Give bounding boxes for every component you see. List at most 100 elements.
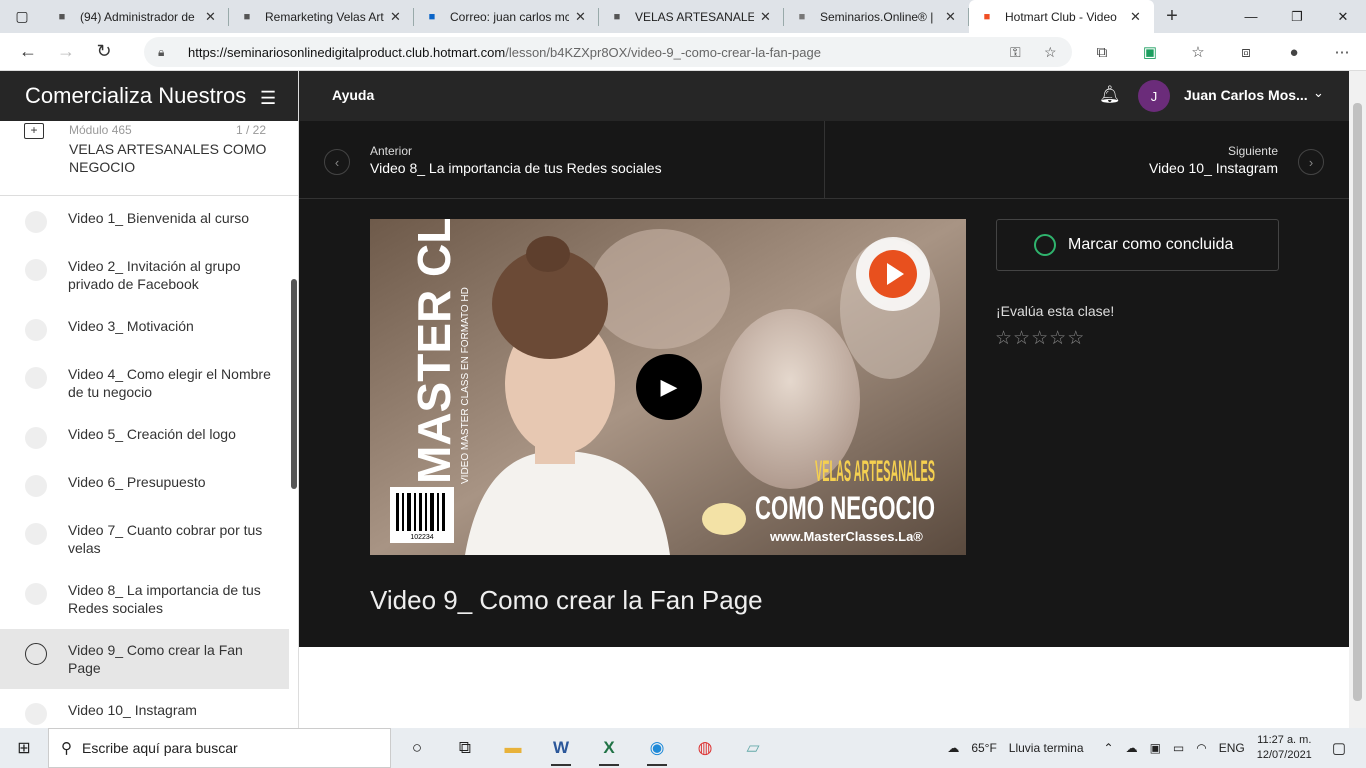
key-icon[interactable]: ⚿ <box>1010 44 1021 61</box>
lesson-label: Video 3_ Motivación <box>68 318 194 334</box>
close-tab-icon[interactable]: ✕ <box>945 9 959 25</box>
page-scrollbar[interactable] <box>1349 71 1366 728</box>
taskbar-search[interactable]: ⚲ Escribe aquí para buscar <box>48 728 391 768</box>
lesson-item[interactable]: Video 8_ La importancia de tus Redes soc… <box>0 569 289 629</box>
chevron-left-icon: ‹ <box>324 149 350 175</box>
browser-tab[interactable]: ■ (94) Administrador de ✕ <box>44 0 229 33</box>
user-name[interactable]: Juan Carlos Mos... <box>1184 87 1308 103</box>
lesson-item[interactable]: Video 1_ Bienvenida al curso <box>0 197 289 245</box>
previous-lesson-button[interactable]: ‹ Anterior Video 8_ La importancia de tu… <box>299 121 825 198</box>
lesson-item[interactable]: Video 4_ Como elegir el Nombre de tu neg… <box>0 353 289 413</box>
tab-title: Remarketing Velas Art <box>265 9 384 24</box>
weather-desc[interactable]: Lluvia termina <box>1009 741 1084 755</box>
next-title: Video 10_ Instagram <box>1149 160 1278 176</box>
star-icon[interactable]: ☆ <box>995 328 1013 349</box>
lesson-item[interactable]: Video 5_ Creación del logo <box>0 413 289 461</box>
file-explorer-icon[interactable]: ▬ <box>489 728 537 768</box>
lesson-label: Video 1_ Bienvenida al curso <box>68 210 250 226</box>
wifi-icon[interactable]: ◠ <box>1196 741 1206 755</box>
video-player[interactable]: MASTER CLASS VIDEO MASTER CLASS EN FORMA… <box>370 219 966 555</box>
browser-tab[interactable]: ■ Seminarios.Online® | ✕ <box>784 0 969 33</box>
extension-icon[interactable]: ▣ <box>1126 43 1174 61</box>
new-tab-button[interactable]: + <box>1154 0 1190 33</box>
lesson-content: MASTER CLASS VIDEO MASTER CLASS EN FORMA… <box>299 199 1349 647</box>
browser-tab[interactable]: ■ VELAS ARTESANALES ✕ <box>599 0 784 33</box>
close-tab-icon[interactable]: ✕ <box>390 9 404 25</box>
lesson-status-icon <box>25 427 47 449</box>
task-view-icon[interactable]: ⧉ <box>441 728 489 768</box>
chevron-down-icon[interactable]: ⌄ <box>1313 85 1324 101</box>
star-icon[interactable]: ☆ <box>1013 328 1031 349</box>
previous-label: Anterior <box>370 144 413 158</box>
mark-complete-button[interactable]: Marcar como concluida <box>996 219 1279 271</box>
lesson-item[interactable]: Video 3_ Motivación <box>0 305 289 353</box>
lesson-label: Video 6_ Presupuesto <box>68 474 206 490</box>
browser-tab[interactable]: ■ Hotmart Club - Video ✕ <box>969 0 1154 33</box>
notifications-icon[interactable]: ▢ <box>1332 739 1346 757</box>
devtools-extension-icon[interactable]: ⧉ <box>1078 44 1126 61</box>
weather-temp[interactable]: 65°F <box>971 741 996 755</box>
edge-icon[interactable]: ◉ <box>633 728 681 768</box>
refresh-button[interactable]: ↻ <box>85 33 123 71</box>
tab-actions-icon[interactable]: ▢ <box>0 0 44 33</box>
windows-start-icon[interactable]: ⊞ <box>0 728 48 768</box>
word-icon[interactable]: W <box>537 728 585 768</box>
more-menu-icon[interactable]: ⋯ <box>1318 43 1366 61</box>
notification-bell-icon[interactable]: 🔔︎ <box>1099 85 1121 105</box>
clock[interactable]: 11:27 a. m. 12/07/2021 <box>1257 733 1312 763</box>
close-tab-icon[interactable]: ✕ <box>1130 9 1144 25</box>
lesson-item[interactable]: Video 2_ Invitación al grupo privado de … <box>0 245 289 305</box>
lesson-status-icon <box>25 475 47 497</box>
notes-app-icon[interactable]: ▱ <box>729 728 777 768</box>
star-icon[interactable]: ☆ <box>1031 328 1049 349</box>
lesson-item[interactable]: Video 10_ Instagram <box>0 689 289 728</box>
collections-icon[interactable]: ⧈ <box>1222 44 1270 61</box>
favorite-add-icon[interactable]: ☆ <box>1044 44 1057 61</box>
hamburger-menu-icon[interactable]: ☰ <box>260 88 276 109</box>
next-lesson-button[interactable]: Siguiente Video 10_ Instagram › <box>826 121 1349 198</box>
favorites-icon[interactable]: ☆ <box>1174 43 1222 61</box>
lesson-label: Video 2_ Invitación al grupo privado de … <box>68 258 241 292</box>
lesson-item[interactable]: Video 7_ Cuanto cobrar por tus velas <box>0 509 289 569</box>
profile-icon[interactable]: ● <box>1270 44 1318 61</box>
lesson-status-icon <box>25 211 47 233</box>
close-tab-icon[interactable]: ✕ <box>575 9 589 25</box>
close-tab-icon[interactable]: ✕ <box>205 9 219 25</box>
avatar[interactable]: J <box>1138 80 1170 112</box>
lesson-item[interactable]: Video 6_ Presupuesto <box>0 461 289 509</box>
play-button[interactable]: ▶ <box>636 354 702 420</box>
browser-tab[interactable]: ■ Correo: juan carlos mc ✕ <box>414 0 599 33</box>
maximize-button[interactable]: ❐ <box>1274 0 1320 33</box>
browser-tab[interactable]: ■ Remarketing Velas Art ✕ <box>229 0 414 33</box>
weather-icon[interactable]: ☁︎ <box>947 741 959 755</box>
close-window-button[interactable]: ✕ <box>1320 0 1366 33</box>
sidebar-scrollbar[interactable] <box>291 279 297 489</box>
chrome-icon[interactable]: ◍ <box>681 728 729 768</box>
module-header[interactable]: + Módulo 465 1 / 22 VELAS ARTESANALES CO… <box>0 121 298 196</box>
excel-icon[interactable]: X <box>585 728 633 768</box>
tab-title: (94) Administrador de <box>80 9 195 24</box>
previous-title: Video 8_ La importancia de tus Redes soc… <box>370 160 662 176</box>
star-icon[interactable]: ☆ <box>1067 328 1085 349</box>
onedrive-icon[interactable]: ☁︎ <box>1126 741 1138 755</box>
update-icon[interactable]: ▣ <box>1150 741 1161 755</box>
star-icon[interactable]: ☆ <box>1049 328 1067 349</box>
close-tab-icon[interactable]: ✕ <box>760 9 774 25</box>
cortana-icon[interactable]: ○ <box>393 728 441 768</box>
language-indicator[interactable]: ENG <box>1219 741 1245 755</box>
battery-icon[interactable]: ▭ <box>1173 741 1184 755</box>
tab-strip: ■ (94) Administrador de ✕ ■ Remarketing Vela… <box>44 0 1154 33</box>
lesson-item[interactable]: Video 9_ Como crear la Fan Page <box>0 629 289 689</box>
chevron-up-icon[interactable]: ⌃ <box>1104 741 1114 755</box>
sidebar-header: Comercializa Nuestros ☰ <box>0 71 298 121</box>
back-button[interactable]: ← <box>9 33 47 71</box>
minimize-button[interactable]: — <box>1228 0 1274 33</box>
lock-icon: 🔒︎ <box>158 44 165 59</box>
address-bar: ← → ↻ 🔒︎ https://seminariosonlinedigital… <box>0 33 1366 71</box>
help-link[interactable]: Ayuda <box>332 87 374 103</box>
page-scrollbar-thumb[interactable] <box>1353 103 1362 701</box>
url-input[interactable]: 🔒︎ https://seminariosonlinedigitalproduc… <box>144 37 1072 67</box>
forward-button[interactable]: → <box>47 33 85 71</box>
module-title: VELAS ARTESANALES COMO NEGOCIO <box>69 141 267 175</box>
browser-tab-bar: ▢ ■ (94) Administrador de ✕ ■ Remarketing Ve… <box>0 0 1366 33</box>
